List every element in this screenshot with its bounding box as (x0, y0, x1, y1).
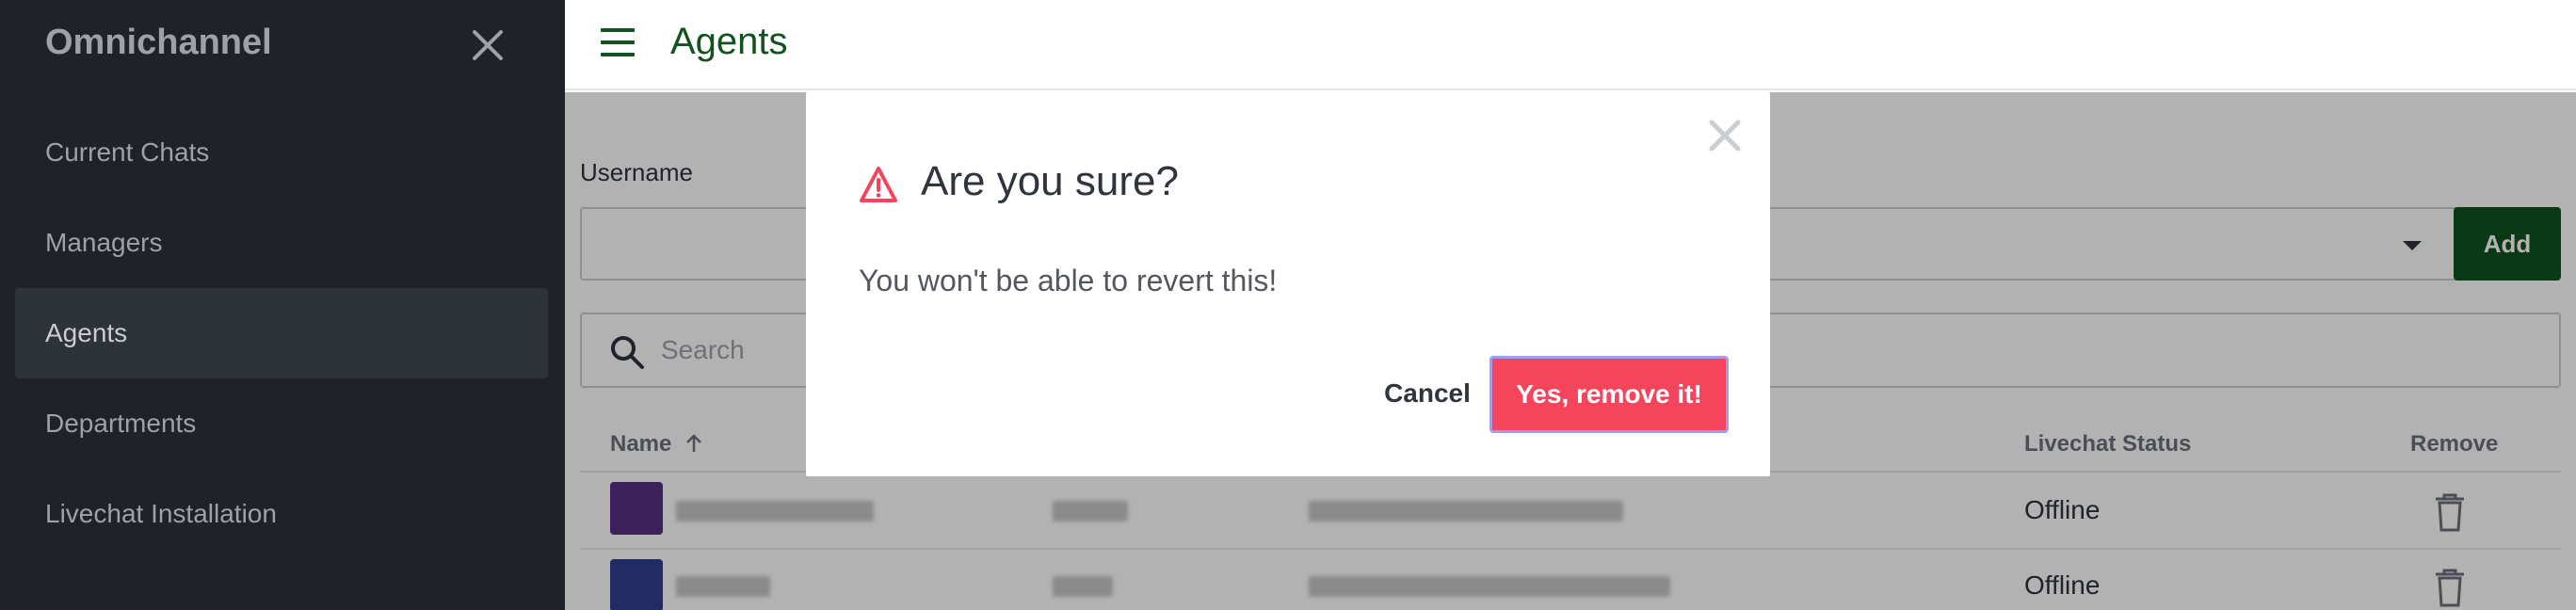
confirm-dialog: Are you sure? You won't be able to rever… (806, 92, 1770, 476)
sidebar-item-departments[interactable]: Departments (15, 378, 548, 469)
close-icon[interactable] (469, 26, 507, 64)
cancel-button[interactable]: Cancel (1352, 356, 1503, 431)
hamburger-icon[interactable] (601, 28, 635, 58)
header-bar: Agents (565, 0, 2576, 90)
sidebar-item-current-chats[interactable]: Current Chats (15, 107, 548, 198)
sidebar-item-livechat-installation[interactable]: Livechat Installation (15, 469, 548, 559)
page-title: Agents (670, 21, 788, 62)
close-icon[interactable] (1704, 115, 1746, 156)
sidebar: Omnichannel Current Chats Managers Agent… (0, 0, 565, 610)
warning-icon (859, 166, 898, 203)
sidebar-title: Omnichannel (45, 23, 272, 62)
confirm-remove-button[interactable]: Yes, remove it! (1489, 356, 1729, 433)
sidebar-item-agents[interactable]: Agents (15, 288, 548, 378)
dialog-message: You won't be able to revert this! (859, 264, 1278, 297)
dialog-title: Are you sure? (921, 158, 1179, 204)
sidebar-item-managers[interactable]: Managers (15, 198, 548, 288)
